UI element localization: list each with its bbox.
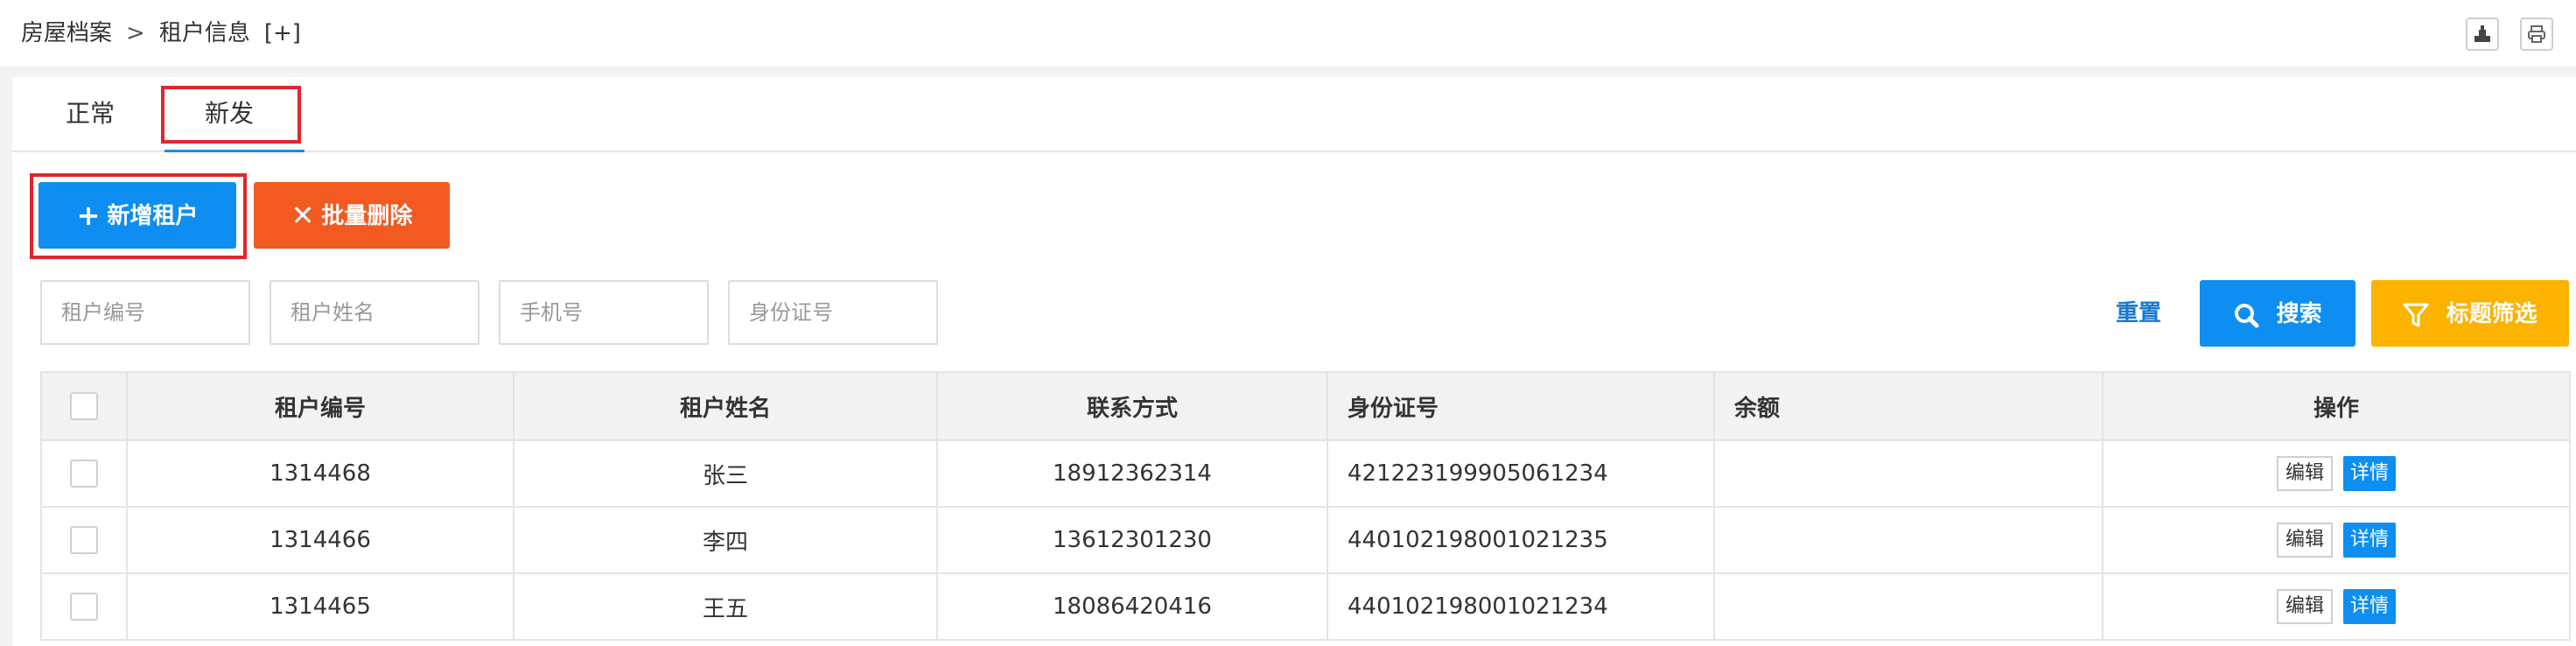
breadcrumb: 房屋档案 > 租户信息 [+]	[21, 16, 301, 51]
plus-icon: +	[76, 199, 101, 232]
export-button[interactable]	[2466, 18, 2499, 51]
batch-delete-label: 批量删除	[321, 203, 413, 229]
cell-tenant-name: 李四	[513, 506, 938, 574]
table-header-row: 租户编号 租户姓名 联系方式 身份证号 余额 操作	[40, 371, 2571, 441]
cell-balance	[1713, 506, 2104, 574]
row-checkbox[interactable]	[70, 593, 98, 621]
edit-button[interactable]: 编辑	[2276, 456, 2333, 491]
cell-actions: 编辑 详情	[2102, 439, 2571, 508]
table-row: 1314468 张三 18912362314 42122319990506123…	[40, 439, 2571, 508]
add-tenant-button[interactable]: + 新增租户	[38, 182, 236, 249]
edit-button[interactable]: 编辑	[2276, 523, 2333, 558]
tenant-name-input[interactable]	[270, 280, 480, 345]
search-label: 搜索	[2276, 301, 2322, 327]
column-filter-button[interactable]: 标题筛选	[2371, 280, 2569, 347]
header-actions: 操作	[2102, 371, 2571, 441]
search-icon	[2233, 297, 2269, 330]
add-tenant-label: 新增租户	[107, 203, 199, 229]
table-row: 1314465 王五 18086420416 44010219800102123…	[40, 572, 2571, 641]
column-filter-label: 标题筛选	[2446, 301, 2538, 327]
cell-tenant-no: 1314465	[126, 572, 514, 641]
export-icon	[2474, 25, 2490, 42]
cell-tenant-name: 王五	[513, 572, 938, 641]
batch-delete-button[interactable]: ✕ 批量删除	[254, 182, 450, 249]
cell-phone: 13612301230	[936, 506, 1328, 574]
close-icon: ✕	[290, 199, 315, 232]
print-button[interactable]	[2520, 18, 2553, 51]
tenant-table: 租户编号 租户姓名 联系方式 身份证号 余额 操作 1314468 张三 189…	[40, 371, 2571, 641]
detail-button[interactable]: 详情	[2343, 456, 2397, 491]
cell-id-card: 440102198001021234	[1326, 572, 1715, 641]
edit-button[interactable]: 编辑	[2276, 589, 2333, 624]
top-bar: 房屋档案 > 租户信息 [+]	[0, 0, 2576, 67]
row-select-cell	[40, 439, 128, 508]
header-id-card[interactable]: 身份证号	[1326, 371, 1715, 441]
cell-id-card: 440102198001021235	[1326, 506, 1715, 574]
tab-bar: 正常 新发	[12, 77, 2576, 152]
tab-new[interactable]: 新发	[163, 89, 304, 152]
header-phone[interactable]: 联系方式	[936, 371, 1328, 441]
detail-button[interactable]: 详情	[2343, 589, 2397, 624]
breadcrumb-separator: >	[126, 20, 145, 46]
cell-actions: 编辑 详情	[2102, 506, 2571, 574]
tenant-no-input[interactable]	[40, 280, 250, 345]
cell-tenant-no: 1314466	[126, 506, 514, 574]
select-all-cell	[40, 371, 128, 441]
cell-phone: 18912362314	[936, 439, 1328, 508]
phone-input[interactable]	[499, 280, 709, 345]
cell-balance	[1713, 439, 2104, 508]
tab-normal[interactable]: 正常	[58, 89, 122, 138]
header-tenant-name[interactable]: 租户姓名	[513, 371, 938, 441]
breadcrumb-root[interactable]: 房屋档案	[21, 20, 112, 46]
breadcrumb-current: 租户信息	[158, 20, 250, 46]
row-checkbox[interactable]	[70, 460, 98, 488]
header-tenant-no[interactable]: 租户编号	[126, 371, 514, 441]
cell-tenant-no: 1314468	[126, 439, 514, 508]
row-select-cell	[40, 572, 128, 641]
search-button[interactable]: 搜索	[2200, 280, 2356, 347]
cell-phone: 18086420416	[936, 572, 1328, 641]
detail-button[interactable]: 详情	[2343, 523, 2397, 558]
funnel-icon	[2403, 297, 2439, 330]
print-icon	[2528, 25, 2545, 43]
cell-actions: 编辑 详情	[2102, 572, 2571, 641]
reset-link[interactable]: 重置	[2116, 296, 2161, 331]
row-checkbox[interactable]	[70, 526, 98, 554]
cell-balance	[1713, 572, 2104, 641]
table-row: 1314466 李四 13612301230 44010219800102123…	[40, 506, 2571, 574]
breadcrumb-add-tab[interactable]: [+]	[264, 20, 301, 46]
cell-id-card: 421223199905061234	[1326, 439, 1715, 508]
id-card-input[interactable]	[728, 280, 938, 345]
row-select-cell	[40, 506, 128, 574]
cell-tenant-name: 张三	[513, 439, 938, 508]
header-balance[interactable]: 余额	[1713, 371, 2104, 441]
select-all-checkbox[interactable]	[70, 392, 98, 420]
main-panel: 正常 新发 +新增租户 ✕批量删除 重置 搜索 标题筛选	[12, 77, 2576, 646]
